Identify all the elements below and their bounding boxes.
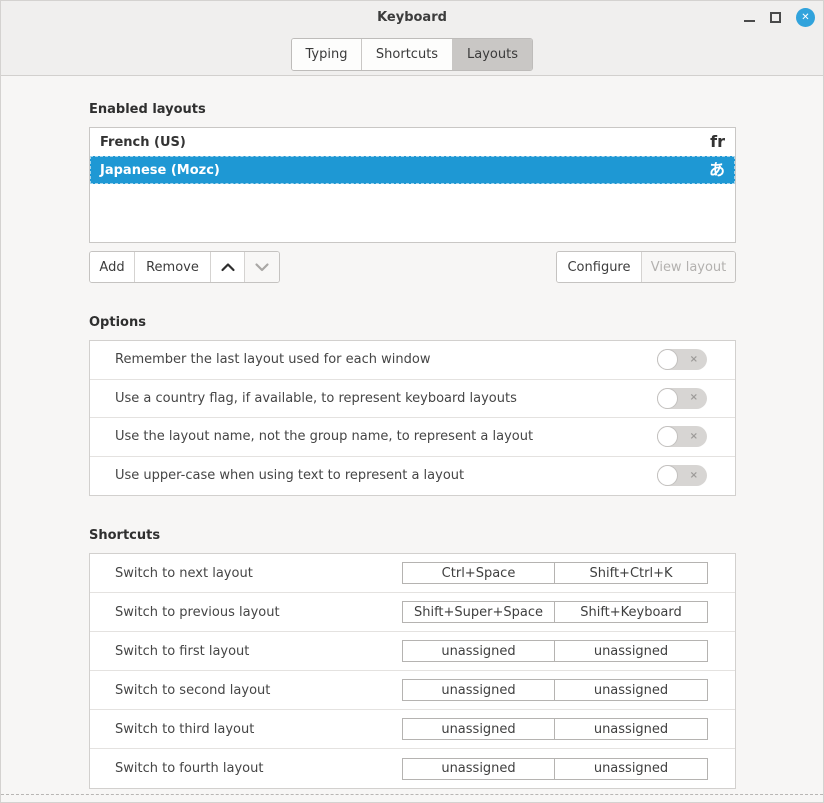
add-layout-button[interactable]: Add (90, 252, 135, 282)
keyboard-settings-window: Keyboard ✕ Typing Shortcuts Layouts Enab… (0, 0, 824, 803)
close-button[interactable]: ✕ (796, 8, 815, 27)
shortcut-label: Switch to third layout (115, 722, 254, 737)
toggle-off-icon: × (690, 354, 698, 365)
tab-group: Typing Shortcuts Layouts (291, 38, 533, 71)
keybinding-button-2[interactable]: unassigned (555, 719, 707, 739)
toggle-layout-name[interactable]: × (657, 426, 707, 447)
keybinding-group: Ctrl+Space Shift+Ctrl+K (402, 562, 708, 584)
enabled-layouts-heading: Enabled layouts (89, 102, 736, 117)
toggle-remember-layout[interactable]: × (657, 349, 707, 370)
chevron-up-icon (220, 261, 236, 273)
options-box: Remember the last layout used for each w… (89, 340, 736, 496)
keybinding-group: unassigned unassigned (402, 679, 708, 701)
keybinding-button-1[interactable]: unassigned (403, 759, 555, 779)
list-edit-button-group: Add Remove (89, 251, 280, 283)
toolbar-spacer (280, 251, 556, 283)
option-row-upper-case: Use upper-case when using text to repres… (90, 457, 735, 496)
layout-name: French (US) (100, 135, 186, 150)
maximize-button[interactable] (770, 12, 781, 23)
shortcut-label: Switch to next layout (115, 566, 253, 581)
shortcut-row-first-layout: Switch to first layout unassigned unassi… (90, 632, 735, 671)
shortcut-label: Switch to previous layout (115, 605, 280, 620)
keybinding-group: unassigned unassigned (402, 718, 708, 740)
window-controls: ✕ (744, 1, 815, 33)
option-label: Use a country flag, if available, to rep… (115, 391, 517, 406)
options-heading: Options (89, 315, 736, 330)
shortcuts-heading: Shortcuts (89, 528, 736, 543)
toggle-knob (657, 465, 678, 486)
toggle-country-flag[interactable]: × (657, 388, 707, 409)
titlebar: Keyboard ✕ (1, 1, 823, 33)
shortcut-label: Switch to first layout (115, 644, 249, 659)
shortcut-row-previous-layout: Switch to previous layout Shift+Super+Sp… (90, 593, 735, 632)
window-bottom-edge (1, 794, 823, 795)
keybinding-button-1[interactable]: Ctrl+Space (403, 563, 555, 583)
toggle-upper-case[interactable]: × (657, 465, 707, 486)
view-layout-button[interactable]: View layout (642, 252, 735, 282)
keybinding-button-2[interactable]: Shift+Ctrl+K (555, 563, 707, 583)
shortcuts-box: Switch to next layout Ctrl+Space Shift+C… (89, 553, 736, 789)
toggle-knob (657, 388, 678, 409)
toggle-knob (657, 349, 678, 370)
keybinding-button-1[interactable]: Shift+Super+Space (403, 602, 555, 622)
option-label: Remember the last layout used for each w… (115, 352, 430, 367)
tab-layouts[interactable]: Layouts (453, 39, 532, 70)
close-icon: ✕ (801, 12, 809, 23)
shortcut-label: Switch to second layout (115, 683, 270, 698)
layout-row-french[interactable]: French (US) fr (90, 128, 735, 156)
tab-shortcuts[interactable]: Shortcuts (362, 39, 453, 70)
layouts-page: Enabled layouts French (US) fr Japanese … (1, 102, 823, 789)
keybinding-button-1[interactable]: unassigned (403, 641, 555, 661)
remove-layout-button[interactable]: Remove (135, 252, 211, 282)
keybinding-group: Shift+Super+Space Shift+Keyboard (402, 601, 708, 623)
shortcut-row-fourth-layout: Switch to fourth layout unassigned unass… (90, 749, 735, 788)
toggle-off-icon: × (690, 470, 698, 481)
toggle-off-icon: × (690, 431, 698, 442)
keybinding-button-2[interactable]: unassigned (555, 641, 707, 661)
move-layout-up-button[interactable] (211, 252, 245, 282)
layout-name: Japanese (Mozc) (100, 163, 220, 178)
shortcut-row-next-layout: Switch to next layout Ctrl+Space Shift+C… (90, 554, 735, 593)
list-config-button-group: Configure View layout (556, 251, 736, 283)
keybinding-button-2[interactable]: unassigned (555, 759, 707, 779)
shortcut-label: Switch to fourth layout (115, 761, 263, 776)
option-row-remember-layout: Remember the last layout used for each w… (90, 341, 735, 380)
shortcut-row-third-layout: Switch to third layout unassigned unassi… (90, 710, 735, 749)
window-title: Keyboard (377, 10, 447, 25)
move-layout-down-button[interactable] (245, 252, 279, 282)
shortcut-row-second-layout: Switch to second layout unassigned unass… (90, 671, 735, 710)
toggle-knob (657, 426, 678, 447)
tab-typing[interactable]: Typing (292, 39, 362, 70)
option-row-country-flag: Use a country flag, if available, to rep… (90, 380, 735, 419)
layout-list-toolbar: Add Remove Configure View layout (89, 251, 736, 283)
configure-layout-button[interactable]: Configure (557, 252, 642, 282)
layout-badge-ja: あ (709, 162, 725, 178)
option-label: Use the layout name, not the group name,… (115, 429, 533, 444)
maximize-icon (770, 12, 781, 23)
layout-row-japanese-selected[interactable]: Japanese (Mozc) あ (90, 156, 735, 184)
keybinding-button-1[interactable]: unassigned (403, 719, 555, 739)
enabled-layouts-list: French (US) fr Japanese (Mozc) あ (89, 127, 736, 243)
keybinding-button-2[interactable]: unassigned (555, 680, 707, 700)
keybinding-group: unassigned unassigned (402, 758, 708, 780)
keybinding-group: unassigned unassigned (402, 640, 708, 662)
keybinding-button-2[interactable]: Shift+Keyboard (555, 602, 707, 622)
option-label: Use upper-case when using text to repres… (115, 468, 464, 483)
minimize-button[interactable] (744, 12, 755, 22)
toggle-off-icon: × (690, 392, 698, 403)
minimize-icon (744, 20, 755, 22)
tab-strip: Typing Shortcuts Layouts (1, 33, 823, 76)
layout-badge-fr: fr (710, 134, 725, 150)
chevron-down-icon (254, 261, 270, 273)
option-row-layout-name: Use the layout name, not the group name,… (90, 418, 735, 457)
keybinding-button-1[interactable]: unassigned (403, 680, 555, 700)
